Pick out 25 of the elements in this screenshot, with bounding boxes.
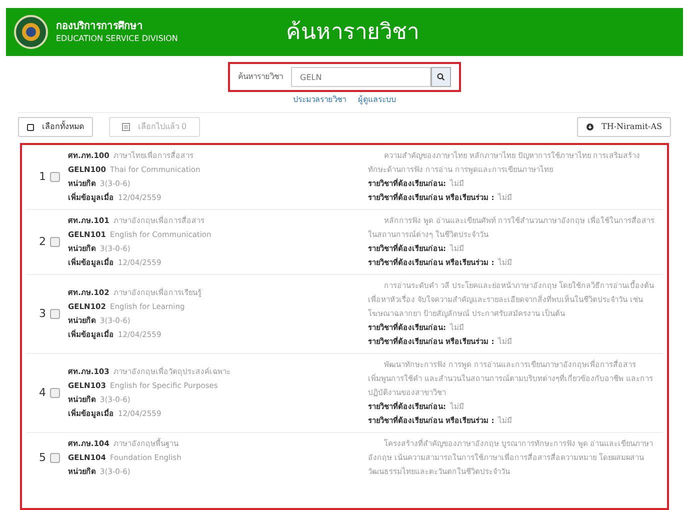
search-label: ค้นหารายวิชา: [238, 71, 283, 83]
row-checkbox[interactable]: [50, 237, 60, 247]
row-number: 1: [39, 168, 46, 185]
select-all-button[interactable]: เลือกทั้งหมด: [18, 117, 93, 137]
org-name-thai: กองบริการการศึกษา: [56, 20, 144, 32]
nav-link[interactable]: ประมวลรายวิชา: [293, 94, 346, 106]
search-button[interactable]: [431, 67, 451, 87]
row-checkbox[interactable]: [50, 453, 60, 463]
university-logo-icon: [14, 15, 48, 49]
row-number: 2: [39, 234, 46, 250]
org-name-english: EDUCATION SERVICE DIVISION: [56, 32, 178, 44]
square-icon: [27, 124, 34, 130]
row-checkbox[interactable]: [50, 172, 60, 182]
row-number: 4: [39, 384, 46, 401]
page-title: ค้นหารายวิชา: [286, 18, 419, 46]
row-checkbox[interactable]: [50, 309, 60, 319]
font-button[interactable]: TH-Niramit-AS: [576, 117, 671, 137]
download-icon: [586, 123, 594, 131]
nav-link[interactable]: ผู้ดูแลระบบ: [358, 94, 396, 106]
row-number: 5: [39, 450, 46, 466]
row-checkbox[interactable]: [50, 388, 60, 398]
search-icon: [437, 73, 445, 81]
list-icon: [122, 123, 130, 131]
row-number: 3: [39, 306, 46, 322]
search-field[interactable]: GELN: [291, 67, 431, 87]
